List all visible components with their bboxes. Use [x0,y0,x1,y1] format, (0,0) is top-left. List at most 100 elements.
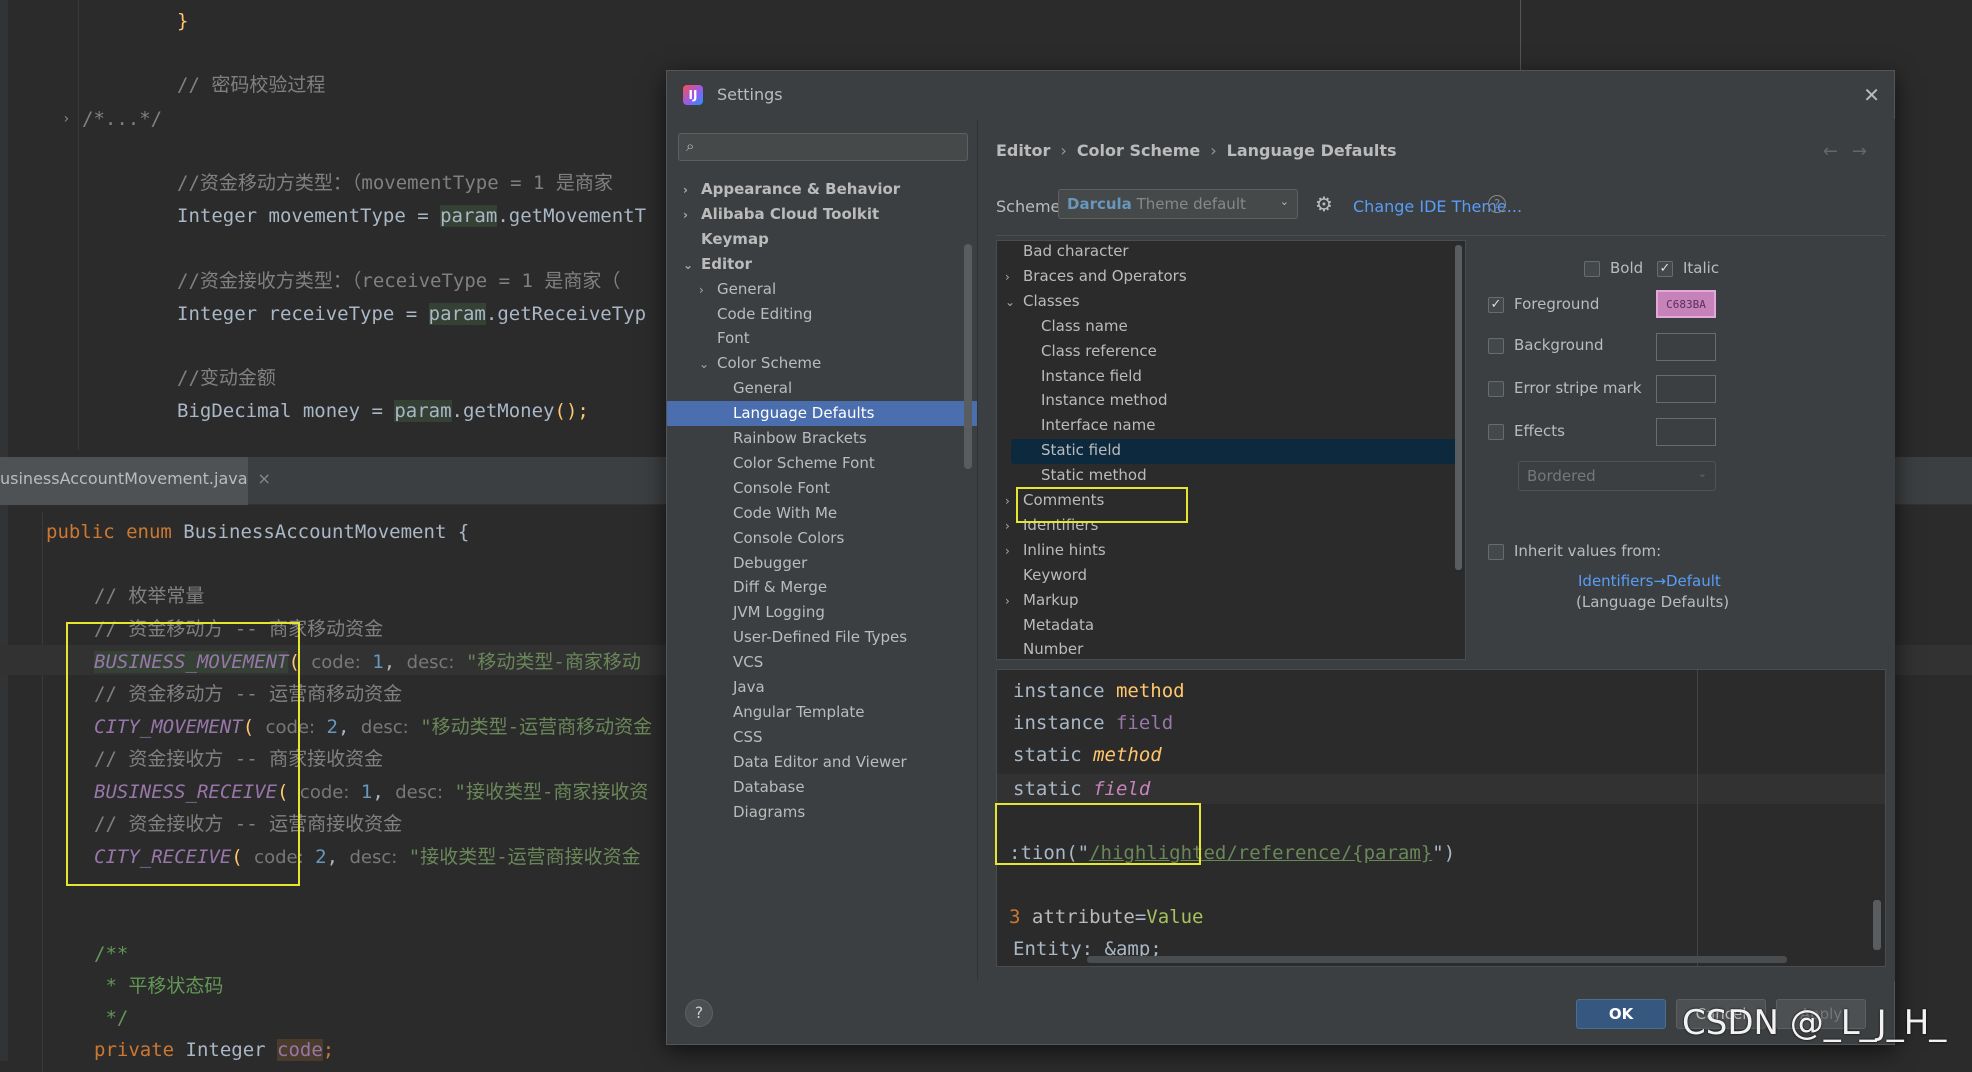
nav-item-label: Angular Template [733,702,865,721]
settings-nav-item[interactable]: Data Editor and Viewer [715,750,907,775]
chevron-icon[interactable]: › [699,278,717,303]
tree-item[interactable]: Keyword [1005,563,1087,588]
param-ref: param [394,400,452,422]
tree-item[interactable]: Bad character [1005,241,1129,264]
tree-item[interactable]: Static field [1023,438,1121,463]
close-icon[interactable]: ✕ [1863,83,1880,107]
tree-item[interactable]: Instance field [1023,364,1142,389]
settings-nav-item[interactable]: Color Scheme Font [715,451,875,476]
settings-nav-item[interactable]: Database [715,775,805,800]
chevron-icon[interactable]: ⌄ [683,253,701,278]
error-stripe-color-swatch[interactable] [1656,375,1716,403]
settings-nav-item[interactable]: Java [715,675,765,700]
fold-toggle-icon[interactable]: › [62,106,70,132]
background-color-swatch[interactable] [1656,333,1716,361]
forward-arrow-icon[interactable]: → [1852,141,1881,162]
file-tab[interactable]: usinessAccountMovement.java × [0,457,271,505]
settings-nav-item[interactable]: JVM Logging [715,600,825,625]
settings-nav-item[interactable]: Debugger [715,551,807,576]
inherit-label: Inherit values from: [1514,542,1662,560]
settings-nav-item[interactable]: Angular Template [715,700,865,725]
background-checkbox[interactable] [1488,338,1504,354]
back-arrow-icon[interactable]: ← [1823,141,1852,162]
settings-nav-item[interactable]: Code With Me [715,501,837,526]
tree-item[interactable]: Metadata [1005,613,1094,638]
tree-item[interactable]: Instance method [1023,388,1168,413]
tree-scrollbar[interactable] [1455,245,1462,570]
tree-item[interactable]: Number [1005,637,1083,659]
code-text: ") [1432,842,1456,864]
help-icon[interactable]: ? [1488,195,1506,213]
chevron-icon[interactable]: › [683,203,701,228]
italic-checkbox[interactable]: ✓ [1657,261,1673,277]
tree-item[interactable]: ⌄ Classes [1005,289,1080,314]
settings-nav-item[interactable]: Console Colors [715,526,844,551]
settings-nav-item[interactable]: Font [699,326,750,351]
tab-close-icon[interactable]: × [258,469,271,488]
bold-checkbox[interactable] [1584,261,1600,277]
tree-item-label: Braces and Operators [1023,266,1187,285]
settings-nav-item[interactable]: › Alibaba Cloud Toolkit [683,202,879,227]
nav-item-label: Diff & Merge [733,578,828,597]
breadcrumb-item[interactable]: Color Scheme [1077,141,1200,160]
inherit-checkbox[interactable] [1488,544,1504,560]
chevron-icon[interactable]: › [1005,589,1023,614]
color-attributes-tree[interactable]: Bad character › Braces and Operators ⌄ Class… [996,240,1466,660]
foreground-color-swatch[interactable]: C683BA [1656,290,1716,318]
foreground-checkbox[interactable]: ✓ [1488,297,1504,313]
error-stripe-checkbox[interactable] [1488,381,1504,397]
settings-nav-item[interactable]: ⌄ Editor [683,252,752,277]
settings-nav-item[interactable]: CSS [715,725,763,750]
settings-nav-item[interactable]: Rainbow Brackets [715,426,867,451]
instance-method: method [1115,680,1185,702]
settings-nav-item[interactable]: General [715,376,792,401]
code-line: private Integer code; [94,1037,334,1063]
scheme-select[interactable]: Darcula Theme default ⌄ [1058,189,1298,219]
settings-nav-item[interactable]: Keymap [683,227,769,252]
breadcrumb-item[interactable]: Editor [996,141,1050,160]
tree-item[interactable]: › Braces and Operators [1005,264,1187,289]
inherit-link[interactable]: Identifiers→Default [1578,572,1721,590]
settings-nav-item[interactable]: User-Defined File Types [715,625,907,650]
tree-item[interactable]: Class name [1023,314,1128,339]
effects-type-select[interactable]: Bordered ⌄ [1518,461,1716,491]
chevron-icon[interactable]: › [683,178,701,203]
code-comment: // 枚举常量 [94,585,205,607]
nav-scrollbar[interactable] [964,244,972,469]
tree-item[interactable]: Static method [1023,463,1147,488]
tree-item[interactable]: Interface name [1023,413,1155,438]
right-margin-line [1697,670,1698,966]
chevron-down-icon: ⌄ [1697,467,1707,480]
help-button[interactable]: ? [685,999,713,1027]
settings-nav-item[interactable]: Code Editing [699,302,812,327]
chevron-icon[interactable]: › [1005,265,1023,290]
settings-nav-item[interactable]: ⌄ Color Scheme [699,351,821,376]
tree-item[interactable]: Class reference [1023,339,1157,364]
settings-nav-item[interactable]: Diff & Merge [715,575,827,600]
settings-nav-panel: ⌕ › Appearance & Behavior › Alibaba Cloud T… [667,119,977,981]
nav-item-label: Java [733,678,765,696]
code-line: BigDecimal money = param.getMoney(); [177,398,589,424]
settings-nav-item[interactable]: Diagrams [715,800,805,825]
dialog-titlebar: IJ Settings ✕ [667,71,1894,119]
gear-icon[interactable]: ⚙ [1315,192,1333,216]
settings-nav-item[interactable]: › General [699,277,776,302]
settings-nav-item[interactable]: › Appearance & Behavior [683,177,900,202]
preview-vscrollbar[interactable] [1873,900,1881,950]
tree-item-label: Class reference [1041,341,1157,360]
preview-hscrollbar[interactable] [1087,956,1787,963]
nav-item-label: Database [733,777,805,796]
settings-nav-item[interactable]: Console Font [715,476,830,501]
settings-nav-item[interactable]: VCS [715,650,763,675]
chevron-icon[interactable]: ⌄ [699,352,717,377]
chevron-icon[interactable]: ⌄ [1005,290,1023,315]
effects-color-swatch[interactable] [1656,418,1716,446]
settings-search-input[interactable]: ⌕ [678,133,968,161]
settings-nav-item[interactable]: Language Defaults [667,401,977,427]
chevron-icon[interactable]: › [1005,539,1023,564]
folded-region[interactable]: /*...*/ [82,106,162,132]
effects-checkbox[interactable] [1488,424,1504,440]
tree-item[interactable]: › Inline hints [1005,538,1106,563]
ok-button[interactable]: OK [1576,999,1666,1029]
tree-item[interactable]: › Markup [1005,588,1079,613]
